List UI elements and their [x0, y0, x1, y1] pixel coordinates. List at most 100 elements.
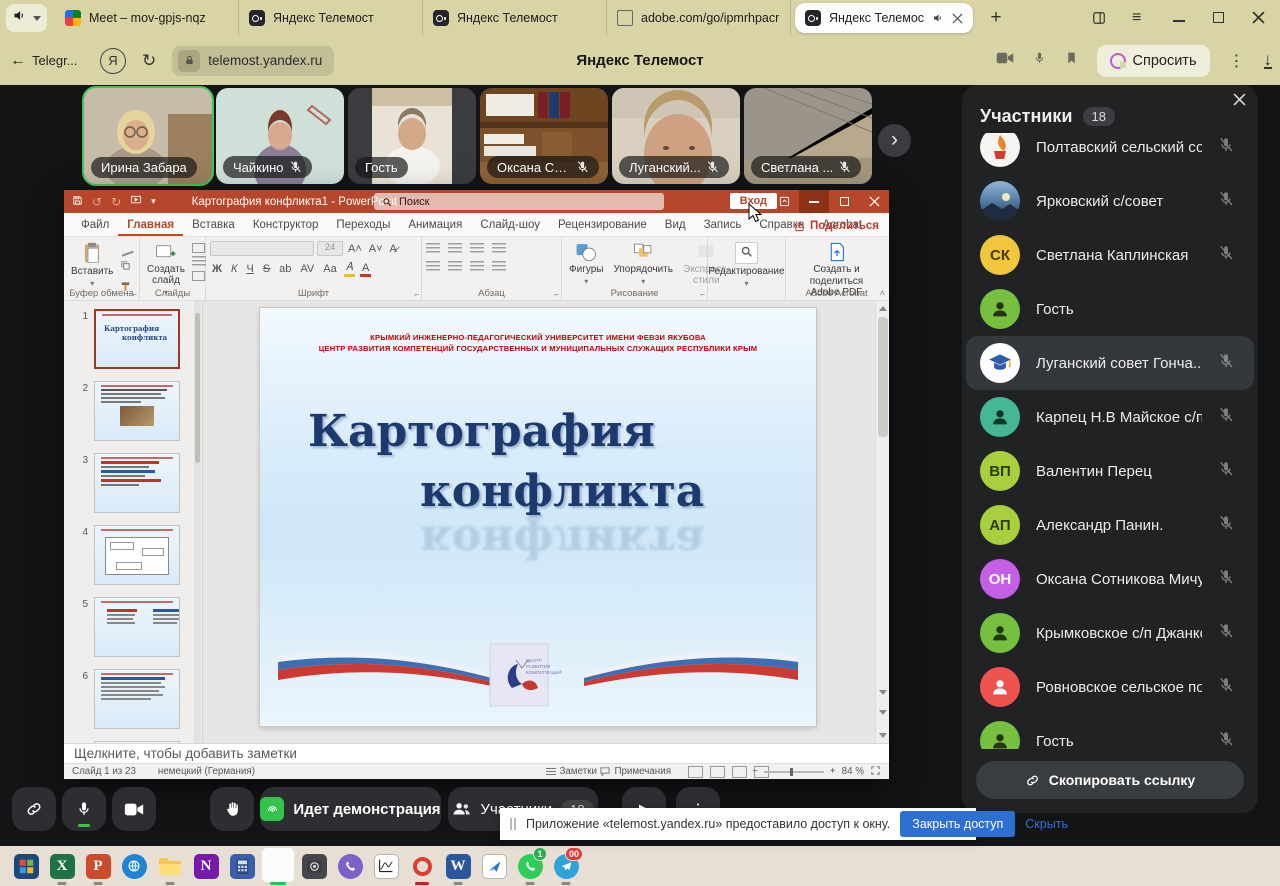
arrange-button[interactable]: Упорядочить▾	[610, 241, 676, 287]
participant-row[interactable]: ВПВалентин Перец	[966, 444, 1254, 498]
mic-button[interactable]	[62, 787, 106, 831]
camera-permission-icon[interactable]	[996, 51, 1014, 70]
slide-canvas[interactable]: КРЫМКИЙ ИНЖЕНЕРНО-ПЕДАГОГИЧЕСКИЙ УНИВЕРС…	[260, 308, 816, 726]
font-size-select[interactable]: 24	[317, 241, 343, 256]
cut-icon[interactable]	[119, 241, 134, 256]
font-style-button[interactable]: Aa	[321, 263, 338, 275]
redo-icon[interactable]: ↻	[111, 195, 121, 209]
browser-more-icon[interactable]: ⋮	[1229, 51, 1245, 71]
font-style-button[interactable]: ab	[277, 263, 293, 275]
font-style-button[interactable]: К	[229, 263, 239, 275]
invite-link-button[interactable]	[12, 787, 56, 831]
ppt-title-bar[interactable]: ↺ ↻ ▾ Картография конфликта1 - PowerPoin…	[64, 190, 889, 213]
participant-row[interactable]: СКСветлана Каплинская	[966, 228, 1254, 282]
slide-sorter-view-button[interactable]	[710, 766, 725, 778]
align-left-icon[interactable]	[426, 261, 440, 273]
raise-hand-button[interactable]	[210, 787, 254, 831]
thumbnails-scrollbar[interactable]	[194, 301, 201, 743]
indent-icon[interactable]	[470, 243, 484, 255]
window-maximize-button[interactable]	[1212, 11, 1226, 25]
undo-icon[interactable]: ↺	[92, 195, 102, 209]
next-slide-icon[interactable]	[879, 710, 887, 715]
normal-view-button[interactable]	[688, 766, 703, 778]
slide-thumbnail[interactable]: 2	[70, 381, 180, 441]
opera-taskbar-icon[interactable]	[404, 846, 440, 886]
slide-thumbnail[interactable]: 6	[70, 669, 180, 729]
drag-handle[interactable]	[510, 818, 516, 830]
whatsapp-taskbar-icon[interactable]: 1	[512, 846, 548, 886]
slide-thumbnail[interactable]: 4	[70, 525, 180, 585]
slideshow-icon[interactable]	[130, 195, 142, 209]
ppt-tab-вставка[interactable]: Вставка	[183, 215, 244, 236]
ppt-tab-конструктор[interactable]: Конструктор	[244, 215, 328, 236]
video-tile[interactable]: Луганский...	[612, 88, 740, 184]
onenote-taskbar-icon[interactable]: N	[188, 846, 224, 886]
screen-share-button[interactable]: Идет демонстрация	[260, 787, 441, 831]
participant-row[interactable]: Ровновское сельское посел...	[966, 660, 1254, 714]
hide-notification-button[interactable]: Скрыть	[1025, 817, 1068, 831]
scroll-down-icon[interactable]	[879, 733, 887, 738]
ppt-search-box[interactable]: Поиск	[374, 193, 664, 210]
camera-taskbar-icon[interactable]	[296, 846, 332, 886]
tiles-next-button[interactable]: ›	[878, 124, 911, 157]
browser-tab[interactable]: adobe.com/go/ipmrhpacr	[607, 0, 791, 36]
window-close-button[interactable]	[1252, 11, 1266, 25]
powerpoint-taskbar-icon[interactable]: P	[80, 846, 116, 886]
shrink-font-icon[interactable]: A˅	[367, 243, 385, 255]
participant-row[interactable]: АПАлександр Панин.	[966, 498, 1254, 552]
qat-customize-icon[interactable]: ▾	[151, 196, 156, 207]
layout-icon[interactable]	[192, 243, 205, 253]
mail-taskbar-icon[interactable]	[476, 846, 512, 886]
close-panel-icon[interactable]	[1233, 93, 1246, 110]
telegram-taskbar-icon[interactable]: 00	[548, 846, 584, 886]
new-tab-button[interactable]: +	[983, 5, 1009, 31]
section-icon[interactable]	[192, 271, 205, 281]
ppt-tab-главная[interactable]: Главная	[118, 215, 183, 236]
ppt-close-button[interactable]	[859, 190, 889, 213]
tab-close-icon[interactable]	[952, 13, 963, 24]
zoom-in-icon[interactable]: +	[830, 766, 836, 777]
file-explorer-taskbar-icon[interactable]	[152, 846, 188, 886]
ppt-tab-рецензирование[interactable]: Рецензирование	[549, 215, 656, 236]
skype-taskbar-icon[interactable]	[116, 846, 152, 886]
spacing-icon[interactable]	[492, 243, 506, 255]
yandex-home-button[interactable]: Я	[100, 48, 126, 74]
slide-thumbnail[interactable]: 7	[70, 741, 180, 743]
slide-thumbnail[interactable]: 1Картографияконфликта	[70, 309, 180, 369]
bookmark-icon[interactable]	[1065, 50, 1078, 71]
zoom-out-icon[interactable]: −	[752, 766, 758, 777]
align-right-icon[interactable]	[470, 261, 484, 273]
video-tile[interactable]: Гость	[348, 88, 476, 184]
font-name-select[interactable]	[210, 241, 314, 256]
video-tile[interactable]: Ирина Забара	[84, 88, 212, 184]
font-style-button[interactable]: AV	[298, 263, 316, 275]
align-center-icon[interactable]	[448, 261, 462, 273]
participant-row[interactable]: Гость	[966, 282, 1254, 336]
notes-pane[interactable]: Щелкните, чтобы добавить заметки	[64, 743, 889, 763]
ribbon-display-icon[interactable]	[769, 190, 799, 213]
word-taskbar-icon[interactable]: W	[440, 846, 476, 886]
ppt-minimize-button[interactable]	[799, 190, 829, 213]
video-tile[interactable]: Чайкино	[216, 88, 344, 184]
tab-panel-icon[interactable]	[1092, 11, 1106, 25]
ppt-tab-слайд-шоу[interactable]: Слайд-шоу	[471, 215, 549, 236]
ppt-tab-вид[interactable]: Вид	[656, 215, 695, 236]
collapse-ribbon-icon[interactable]: ˄	[880, 288, 885, 298]
numbering-icon[interactable]	[448, 243, 462, 255]
ppt-tab-файл[interactable]: Файл	[72, 215, 118, 236]
ppt-tab-переходы[interactable]: Переходы	[327, 215, 399, 236]
back-button[interactable]: ← Telegr...	[10, 52, 86, 70]
slide-scrollbar[interactable]	[875, 301, 889, 743]
ppt-tab-запись[interactable]: Запись	[695, 215, 751, 236]
calculator-taskbar-icon[interactable]	[224, 846, 260, 886]
url-bar[interactable]: telemost.yandex.ru	[172, 46, 334, 76]
language-indicator[interactable]: немецкий (Германия)	[158, 766, 255, 777]
grow-font-icon[interactable]: A˄	[346, 243, 364, 255]
zoom-slider[interactable]	[764, 771, 824, 773]
participant-row[interactable]: Полтавский сельский совет	[966, 133, 1254, 174]
store-taskbar-icon[interactable]	[8, 846, 44, 886]
scroll-up-icon[interactable]	[879, 306, 887, 311]
clear-format-icon[interactable]: A̷	[388, 243, 399, 255]
fit-slide-icon[interactable]	[870, 765, 881, 779]
reset-icon[interactable]	[192, 256, 206, 268]
